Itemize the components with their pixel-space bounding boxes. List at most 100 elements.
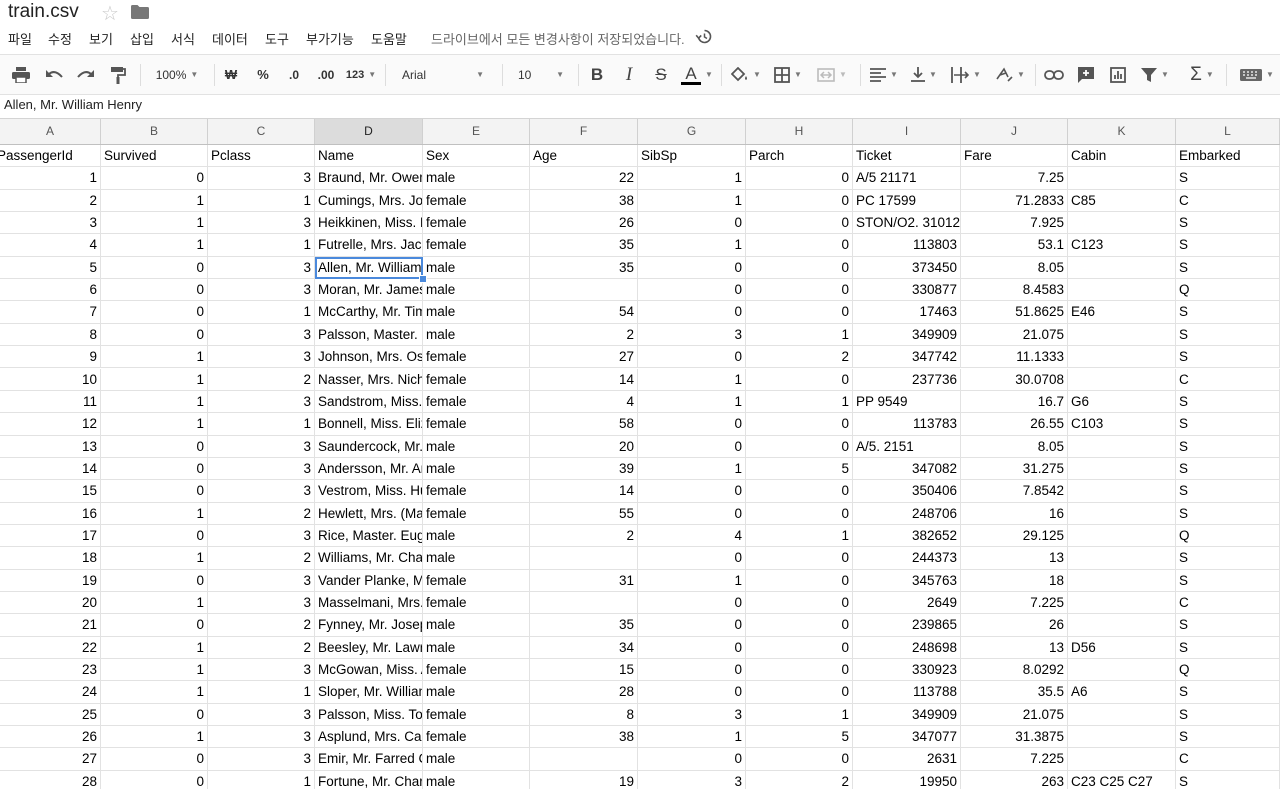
cell[interactable]: Q bbox=[1176, 659, 1280, 682]
cell[interactable]: 113788 bbox=[853, 681, 961, 704]
cell[interactable]: 1 bbox=[0, 167, 101, 190]
cell[interactable]: male bbox=[423, 167, 530, 190]
cell[interactable]: 239865 bbox=[853, 614, 961, 637]
cell[interactable]: 2 bbox=[0, 189, 101, 213]
cell[interactable] bbox=[1068, 457, 1176, 481]
cell[interactable]: male bbox=[423, 524, 530, 548]
column-header-a[interactable]: A bbox=[0, 119, 101, 144]
cell[interactable]: female bbox=[423, 726, 530, 749]
cell[interactable]: 0 bbox=[746, 368, 853, 391]
cell[interactable]: 31.275 bbox=[961, 457, 1068, 481]
cell[interactable] bbox=[1068, 748, 1176, 771]
cell[interactable]: 31 bbox=[530, 569, 638, 592]
cell[interactable]: 3 bbox=[208, 212, 315, 235]
column-header-e[interactable]: E bbox=[423, 119, 530, 144]
cell[interactable]: 3 bbox=[0, 212, 101, 235]
cell[interactable]: 38 bbox=[530, 189, 638, 213]
cell[interactable]: 1 bbox=[101, 636, 208, 660]
cell[interactable]: Cumings, Mrs. John Bradley bbox=[315, 189, 423, 213]
cell[interactable]: 345763 bbox=[853, 569, 961, 592]
menu-addons[interactable]: 부가기능 bbox=[306, 29, 354, 48]
cell[interactable]: C123 bbox=[1068, 234, 1176, 257]
cell[interactable]: 349909 bbox=[853, 323, 961, 347]
cell[interactable]: 1 bbox=[638, 726, 746, 749]
cell[interactable]: 35 bbox=[530, 234, 638, 257]
cell[interactable]: 2631 bbox=[853, 748, 961, 771]
column-title-cell[interactable]: Cabin bbox=[1068, 145, 1176, 168]
cell[interactable] bbox=[1068, 480, 1176, 503]
cell[interactable]: Masselmani, Mrs. Fatima bbox=[315, 592, 423, 615]
cell[interactable]: Allen, Mr. William Henry bbox=[315, 256, 423, 280]
cell[interactable]: 1 bbox=[746, 390, 853, 414]
cell[interactable]: male bbox=[423, 301, 530, 324]
cell[interactable]: 2 bbox=[746, 770, 853, 789]
cell[interactable]: 53.1 bbox=[961, 234, 1068, 257]
cell[interactable]: 8.4583 bbox=[961, 279, 1068, 302]
cell[interactable]: Sloper, Mr. William Thompson bbox=[315, 681, 423, 704]
cell[interactable]: female bbox=[423, 413, 530, 436]
cell[interactable]: 0 bbox=[746, 435, 853, 458]
cell[interactable]: 1 bbox=[101, 212, 208, 235]
cell[interactable]: 3 bbox=[208, 279, 315, 302]
cell[interactable]: 113783 bbox=[853, 413, 961, 436]
cell[interactable]: 15 bbox=[0, 480, 101, 503]
cell[interactable]: 0 bbox=[638, 636, 746, 660]
cell[interactable]: PP 9549 bbox=[853, 390, 961, 414]
cell[interactable] bbox=[1068, 323, 1176, 347]
cell[interactable]: Heikkinen, Miss. Laina bbox=[315, 212, 423, 235]
cell[interactable]: 263 bbox=[961, 770, 1068, 789]
cell[interactable]: 2 bbox=[208, 636, 315, 660]
cell[interactable]: 1 bbox=[638, 167, 746, 190]
cell[interactable]: Johnson, Mrs. Oscar W bbox=[315, 346, 423, 369]
cell[interactable]: Bonnell, Miss. Elizabeth bbox=[315, 413, 423, 436]
decrease-decimal-button[interactable]: .0 bbox=[283, 55, 305, 94]
cell[interactable]: S bbox=[1176, 726, 1280, 749]
cell[interactable]: 20 bbox=[530, 435, 638, 458]
cell[interactable]: 330923 bbox=[853, 659, 961, 682]
cell[interactable]: 1 bbox=[208, 234, 315, 257]
cell[interactable]: C bbox=[1176, 368, 1280, 391]
cell[interactable]: Q bbox=[1176, 279, 1280, 302]
cell[interactable]: Moran, Mr. James bbox=[315, 279, 423, 302]
cell[interactable]: female bbox=[423, 659, 530, 682]
cell[interactable]: Q bbox=[1176, 524, 1280, 548]
cell[interactable]: 237736 bbox=[853, 368, 961, 391]
cell[interactable]: 29.125 bbox=[961, 524, 1068, 548]
cell[interactable]: 7.25 bbox=[961, 167, 1068, 190]
cell[interactable]: 1 bbox=[101, 592, 208, 615]
cell[interactable]: 1 bbox=[746, 703, 853, 727]
column-header-c[interactable]: C bbox=[208, 119, 315, 144]
cell[interactable]: 0 bbox=[638, 279, 746, 302]
cell[interactable]: S bbox=[1176, 614, 1280, 637]
cell[interactable]: 1 bbox=[101, 659, 208, 682]
cell[interactable]: 1 bbox=[208, 189, 315, 213]
cell[interactable]: 7.925 bbox=[961, 212, 1068, 235]
cell[interactable]: 0 bbox=[101, 480, 208, 503]
cell[interactable]: S bbox=[1176, 457, 1280, 481]
currency-format-button[interactable]: ₩ bbox=[220, 55, 242, 94]
column-header-l[interactable]: L bbox=[1176, 119, 1280, 144]
cell[interactable]: 34 bbox=[530, 636, 638, 660]
cell[interactable]: 19 bbox=[0, 569, 101, 592]
cell[interactable]: female bbox=[423, 189, 530, 213]
cell[interactable]: 0 bbox=[101, 435, 208, 458]
cell[interactable] bbox=[1068, 346, 1176, 369]
star-icon[interactable]: ☆ bbox=[101, 1, 119, 26]
cell[interactable]: Emir, Mr. Farred Chehab bbox=[315, 748, 423, 771]
cell[interactable]: 38 bbox=[530, 726, 638, 749]
cell[interactable]: 0 bbox=[101, 457, 208, 481]
cell[interactable]: S bbox=[1176, 502, 1280, 525]
cell[interactable]: 0 bbox=[638, 346, 746, 369]
cell[interactable]: 3 bbox=[208, 524, 315, 548]
fill-color-button[interactable]: ▼ bbox=[728, 55, 764, 94]
cell[interactable]: 18 bbox=[0, 547, 101, 570]
cell[interactable]: 35 bbox=[530, 614, 638, 637]
column-title-cell[interactable]: SibSp bbox=[638, 145, 746, 168]
font-size-select[interactable]: 10 ▼ bbox=[510, 55, 572, 94]
cell[interactable]: S bbox=[1176, 681, 1280, 704]
cell[interactable]: 10 bbox=[0, 368, 101, 391]
cell[interactable]: 3 bbox=[208, 346, 315, 369]
menu-help[interactable]: 도움말 bbox=[371, 29, 407, 48]
cell[interactable]: female bbox=[423, 234, 530, 257]
cell[interactable]: 1 bbox=[101, 390, 208, 414]
